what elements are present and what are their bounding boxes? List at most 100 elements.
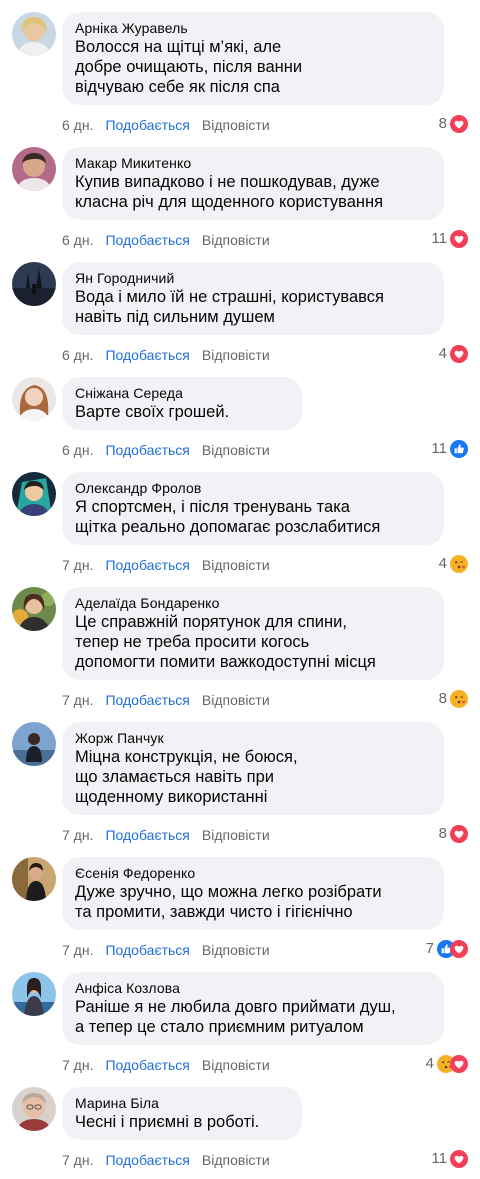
avatar[interactable]: [12, 587, 56, 631]
reaction-count: 8: [438, 690, 447, 707]
avatar[interactable]: [12, 147, 56, 191]
comment-timestamp[interactable]: 7 дн.: [62, 1057, 93, 1073]
comment-item: Марина Біла Чесні і приємні в роботі. 7 дн…: [0, 1087, 480, 1171]
reply-button[interactable]: Відповісти: [202, 442, 270, 458]
reply-button[interactable]: Відповісти: [202, 117, 270, 133]
reaction-summary[interactable]: 11: [431, 229, 468, 249]
reaction-summary[interactable]: 7: [426, 939, 468, 959]
like-button[interactable]: Подобається: [105, 1152, 189, 1168]
like-button[interactable]: Подобається: [105, 232, 189, 248]
comment-actions: 7 дн. Подобається Відповісти: [62, 826, 270, 844]
reaction-summary[interactable]: 4: [439, 554, 468, 574]
comment-bubble: Арніка Журавель Волосся на щітці м’які, а…: [62, 12, 444, 105]
kiss-reaction-icon: [450, 690, 468, 708]
reaction-summary[interactable]: 8: [439, 114, 468, 134]
like-button[interactable]: Подобається: [105, 827, 189, 843]
author-name[interactable]: Сніжана Середа: [75, 384, 289, 402]
reply-button[interactable]: Відповісти: [202, 1057, 270, 1073]
avatar[interactable]: [12, 722, 56, 766]
comment-timestamp[interactable]: 6 дн.: [62, 347, 93, 363]
comment-item: Макар Микитенко Купив випадково і не пошк…: [0, 147, 480, 251]
reaction-summary[interactable]: 8: [439, 689, 468, 709]
reaction-summary[interactable]: 4: [426, 1054, 468, 1074]
reaction-summary[interactable]: 11: [431, 1149, 468, 1169]
comment-bubble: Марина Біла Чесні і приємні в роботі.: [62, 1087, 302, 1140]
like-button[interactable]: Подобається: [105, 347, 189, 363]
avatar[interactable]: [12, 857, 56, 901]
reaction-summary[interactable]: 11: [431, 439, 468, 459]
reply-button[interactable]: Відповісти: [202, 827, 270, 843]
author-name[interactable]: Олександр Фролов: [75, 479, 431, 497]
comment-text: Я спортсмен, і після тренувань така щітка…: [75, 497, 431, 537]
author-name[interactable]: Ян Городничий: [75, 269, 431, 287]
reaction-summary[interactable]: 4: [439, 344, 468, 364]
like-button[interactable]: Подобається: [105, 692, 189, 708]
comment-text-line: Раніше я не любила довго приймати душ,: [75, 998, 396, 1016]
author-name[interactable]: Єсенія Федоренко: [75, 864, 431, 882]
comment-timestamp[interactable]: 6 дн.: [62, 117, 93, 133]
comment-item: Олександр Фролов Я спортсмен, і після тре…: [0, 472, 480, 576]
avatar[interactable]: [12, 377, 56, 421]
like-button[interactable]: Подобається: [105, 557, 189, 573]
comment-item: Жорж Панчук Міцна конструкція, не боюся, щ…: [0, 722, 480, 846]
comment-text-line: класна річ для щоденного користування: [75, 193, 384, 211]
comment-timestamp[interactable]: 7 дн.: [62, 827, 93, 843]
comment-text-line: Дуже зручно, що можна легко розібрати: [75, 883, 382, 901]
reaction-icons: [450, 690, 468, 708]
avatar[interactable]: [12, 12, 56, 56]
comment-actions: 6 дн. Подобається Відповісти: [62, 346, 270, 364]
author-name[interactable]: Аделаїда Бондаренко: [75, 594, 431, 612]
like-button[interactable]: Подобається: [105, 442, 189, 458]
comment-timestamp[interactable]: 6 дн.: [62, 442, 93, 458]
author-name[interactable]: Марина Біла: [75, 1094, 289, 1112]
like-reaction-icon: [450, 440, 468, 458]
reply-button[interactable]: Відповісти: [202, 557, 270, 573]
like-button[interactable]: Подобається: [105, 1057, 189, 1073]
avatar[interactable]: [12, 972, 56, 1016]
author-name[interactable]: Анфіса Козлова: [75, 979, 431, 997]
like-button[interactable]: Подобається: [105, 942, 189, 958]
avatar[interactable]: [12, 262, 56, 306]
reaction-icons: [450, 1150, 468, 1168]
comment-text-line: Я спортсмен, і після тренувань така: [75, 498, 350, 516]
comment-text-line: щоденному використанні: [75, 788, 268, 806]
comment-text-line: відчуваю себе як після спа: [75, 78, 280, 96]
comment-timestamp[interactable]: 7 дн.: [62, 942, 93, 958]
reaction-count: 11: [431, 1150, 447, 1167]
comment-bubble: Анфіса Козлова Раніше я не любила довго п…: [62, 972, 444, 1045]
reaction-count: 8: [438, 825, 447, 842]
author-name[interactable]: Жорж Панчук: [75, 729, 431, 747]
reply-button[interactable]: Відповісти: [202, 232, 270, 248]
comment-item: Сніжана Середа Варте своїх грошей. 6 дн. По…: [0, 377, 480, 461]
avatar[interactable]: [12, 472, 56, 516]
comment-bubble: Макар Микитенко Купив випадково і не пошк…: [62, 147, 444, 220]
comment-text-line: навіть під сильним душем: [75, 308, 275, 326]
comment-timestamp[interactable]: 7 дн.: [62, 1152, 93, 1168]
reply-button[interactable]: Відповісти: [202, 692, 270, 708]
reply-button[interactable]: Відповісти: [202, 942, 270, 958]
comment-timestamp[interactable]: 7 дн.: [62, 692, 93, 708]
heart-reaction-icon: [450, 345, 468, 363]
reply-button[interactable]: Відповісти: [202, 347, 270, 363]
comments-list: Арніка Журавель Волосся на щітці м’які, а…: [0, 0, 480, 1179]
comment-text-line: Варте своїх грошей.: [75, 403, 230, 421]
author-name[interactable]: Макар Микитенко: [75, 154, 431, 172]
like-button[interactable]: Подобається: [105, 117, 189, 133]
comment-text-line: добре очищають, після ванни: [75, 58, 303, 76]
comment-text: Дуже зручно, що можна легко розібрати та …: [75, 882, 431, 922]
reaction-icons: [450, 825, 468, 843]
comment-timestamp[interactable]: 7 дн.: [62, 557, 93, 573]
reply-button[interactable]: Відповісти: [202, 1152, 270, 1168]
comment-text: Це справжній порятунок для спини, тепер н…: [75, 612, 431, 672]
heart-reaction-icon: [450, 1150, 468, 1168]
comment-bubble: Жорж Панчук Міцна конструкція, не боюся, щ…: [62, 722, 444, 815]
comment-text: Купив випадково і не пошкодував, дуже кла…: [75, 172, 431, 212]
comment-text-line: Вода і мило їй не страшні, користувався: [75, 288, 384, 306]
avatar[interactable]: [12, 1087, 56, 1131]
comment-timestamp[interactable]: 6 дн.: [62, 232, 93, 248]
author-name[interactable]: Арніка Журавель: [75, 19, 431, 37]
reaction-summary[interactable]: 8: [439, 824, 468, 844]
comment-text-line: Міцна конструкція, не боюся,: [75, 748, 298, 766]
comment-bubble: Аделаїда Бондаренко Це справжній порятуно…: [62, 587, 444, 680]
comment-item: Аделаїда Бондаренко Це справжній порятуно…: [0, 587, 480, 711]
